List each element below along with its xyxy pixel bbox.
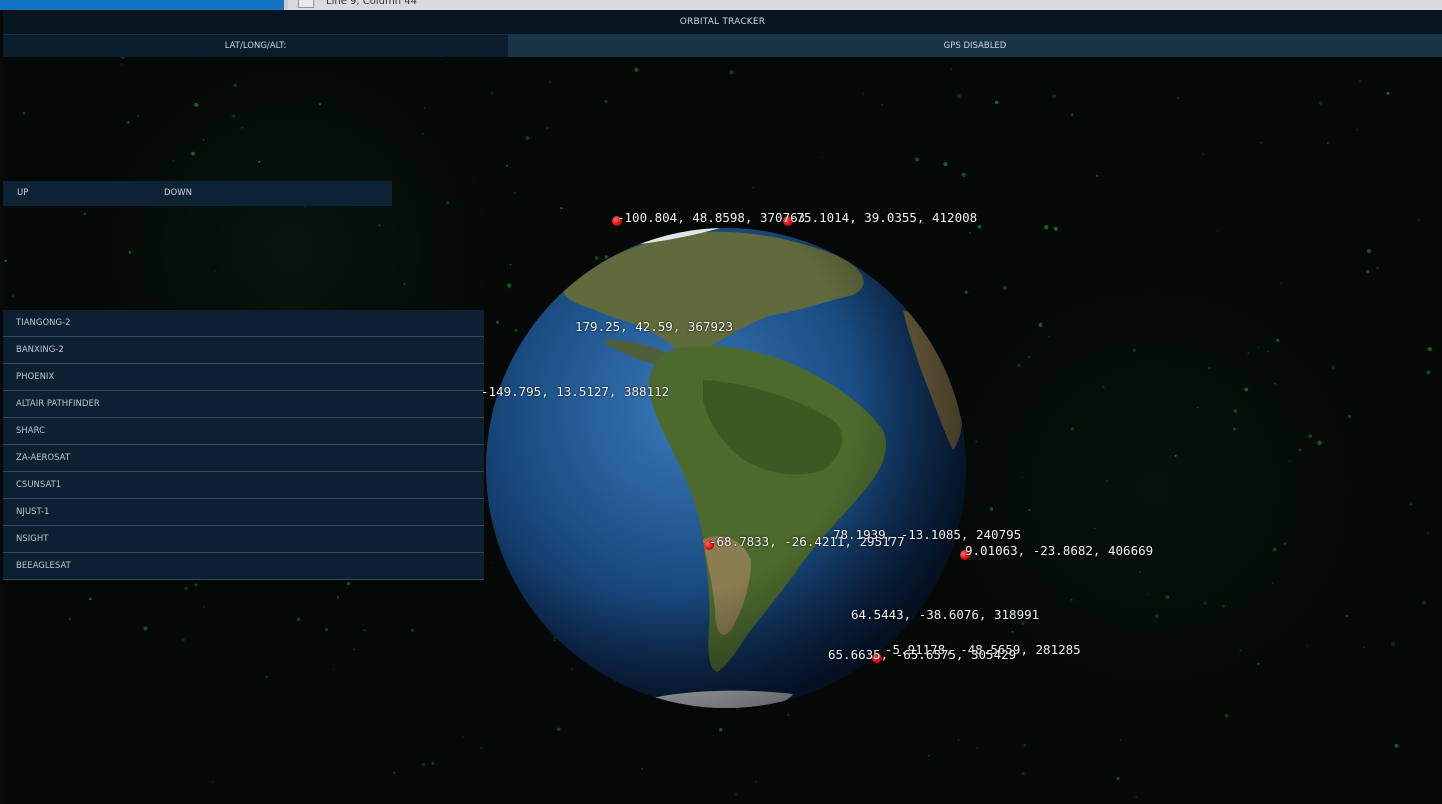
gps-status-button[interactable]: GPS DISABLED xyxy=(508,35,1442,57)
os-taskbar-segment xyxy=(0,0,284,10)
position-label: -149.795, 13.5127, 388112 xyxy=(481,384,670,399)
satellite-item-nsight[interactable]: NSIGHT xyxy=(3,526,484,553)
position-label: 65.6635, -65.6575, 305429 xyxy=(828,647,1017,662)
satellite-item-phoenix[interactable]: PHOENIX xyxy=(3,364,484,391)
satellite-item-csunsat1[interactable]: CSUNSAT1 xyxy=(3,472,484,499)
position-label: 9.01063, -23.8682, 406669 xyxy=(965,543,1154,558)
position-label: 64.5443, -38.6076, 318991 xyxy=(851,607,1040,622)
satellite-item-za-aerosat[interactable]: ZA-AEROSAT xyxy=(3,445,484,472)
app-stage[interactable]: ORBITAL TRACKER LAT/LONG/ALT: GPS DISABL… xyxy=(3,10,1442,804)
globe-shading xyxy=(486,228,966,708)
satellite-item-beeaglesat[interactable]: BEEAGLESAT xyxy=(3,553,484,580)
satellite-list: TIANGONG-2 BANXING-2 PHOENIX ALTAIR PATH… xyxy=(3,310,484,580)
satellite-item-tiangong-2[interactable]: TIANGONG-2 xyxy=(3,310,484,337)
position-label: -75.1014, 39.0355, 412008 xyxy=(789,210,978,225)
pass-panel: UP DOWN xyxy=(3,181,392,206)
document-icon xyxy=(298,0,314,8)
satellite-item-altair-pathfinder[interactable]: ALTAIR PATHFINDER xyxy=(3,391,484,418)
position-label: 78.1939, -13.1085, 240795 xyxy=(833,527,1022,542)
info-bar: LAT/LONG/ALT: GPS DISABLED xyxy=(3,35,1442,57)
satellite-item-njust-1[interactable]: NJUST-1 xyxy=(3,499,484,526)
down-label[interactable]: DOWN xyxy=(164,181,192,206)
satellite-item-sharc[interactable]: SHARC xyxy=(3,418,484,445)
lat-long-alt-readout: LAT/LONG/ALT: xyxy=(3,35,508,57)
position-label: 179.25, 42.59, 367923 xyxy=(575,319,734,334)
satellite-item-banxing-2[interactable]: BANXING-2 xyxy=(3,337,484,364)
app-title: ORBITAL TRACKER xyxy=(3,10,1442,35)
cursor-position-status: Line 9, Column 44 xyxy=(326,0,417,7)
position-label: -100.804, 48.8598, 370763 xyxy=(617,210,806,225)
os-title-strip: Line 9, Column 44 xyxy=(0,0,1442,10)
editor-status-strip xyxy=(288,0,1442,10)
up-label[interactable]: UP xyxy=(17,181,28,206)
